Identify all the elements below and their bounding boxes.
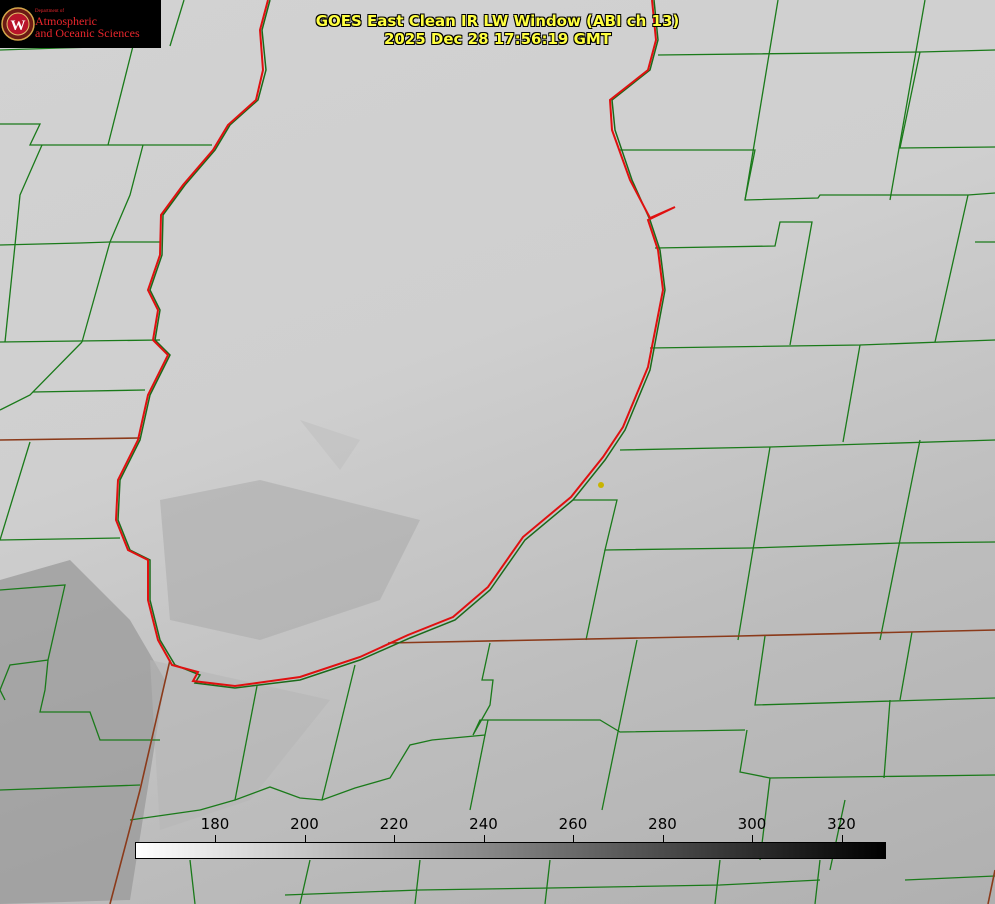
colorbar-tick-mark	[394, 835, 395, 842]
colorbar-tick-label: 280	[648, 815, 677, 833]
colorbar-tick-mark	[752, 835, 753, 842]
image-title: GOES East Clean IR LW Window (ABI ch 13)…	[0, 12, 995, 48]
colorbar-tick-mark	[483, 835, 485, 842]
colorbar-tick-mark	[841, 835, 843, 842]
colorbar-tick-label: 200	[290, 815, 319, 833]
colorbar-tick-mark	[573, 835, 574, 842]
title-timestamp: 2025 Dec 28 17:56:19 GMT	[383, 30, 612, 48]
title-line1: GOES East Clean IR LW Window (ABI ch 13)	[315, 12, 680, 30]
colorbar	[135, 842, 886, 859]
map-layer	[0, 0, 995, 904]
city-marker	[598, 482, 604, 488]
colorbar-tick-mark	[215, 835, 216, 842]
satellite-image-viewer: W Department of Atmospheric and Oceanic …	[0, 0, 995, 904]
colorbar-tick-label: 320	[827, 815, 856, 833]
colorbar-tick-mark	[662, 835, 664, 842]
colorbar-tick-label: 180	[200, 815, 230, 833]
colorbar-tick-label: 220	[379, 815, 409, 833]
colorbar-tick-label: 300	[737, 815, 767, 833]
colorbar-tick-label: 240	[469, 815, 498, 833]
colorbar-tick-label: 260	[558, 815, 588, 833]
colorbar-tick-mark	[304, 835, 306, 842]
